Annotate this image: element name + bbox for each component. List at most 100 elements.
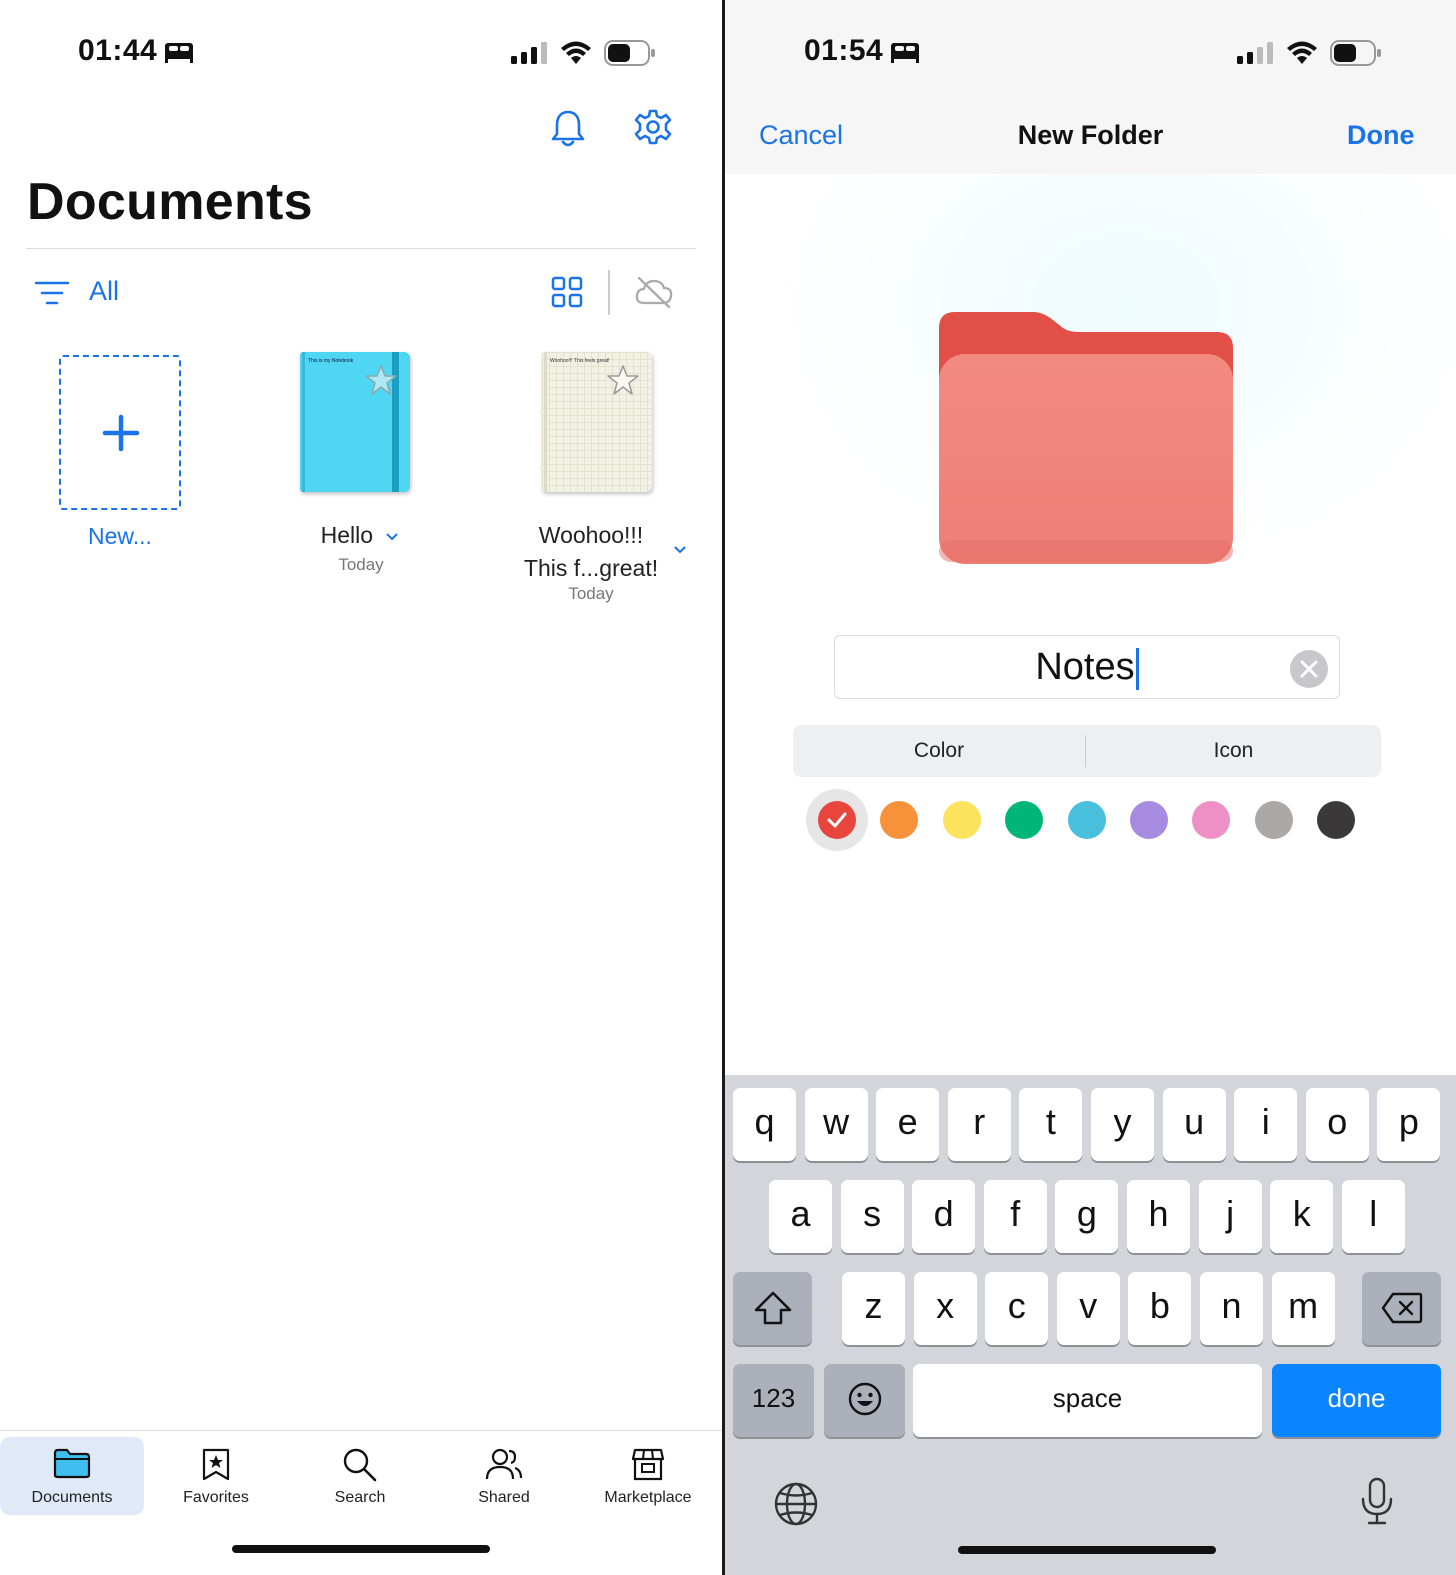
color-swatch[interactable] bbox=[942, 801, 981, 839]
page-title: Documents bbox=[27, 173, 313, 231]
numbers-key[interactable]: 123 bbox=[733, 1364, 814, 1437]
new-folder-screen: 01:54 Cancel New Folder Done Notes Color… bbox=[725, 0, 1456, 1575]
color-icon-segmented-control: Color Icon bbox=[793, 725, 1381, 777]
cloud-off-icon[interactable] bbox=[634, 275, 674, 309]
color-swatch[interactable] bbox=[880, 801, 919, 839]
notebook-woohoo[interactable]: Woohoo!!! This feels great! bbox=[542, 352, 654, 494]
key-j[interactable]: j bbox=[1198, 1180, 1262, 1253]
emoji-key[interactable] bbox=[824, 1364, 905, 1437]
notebook-cover-text: Woohoo!!! This feels great! bbox=[550, 358, 610, 364]
key-x[interactable]: x bbox=[913, 1272, 977, 1345]
key-g[interactable]: g bbox=[1055, 1180, 1119, 1253]
notebook-cover-text: This is my Notebook bbox=[308, 358, 354, 364]
key-c[interactable]: c bbox=[985, 1272, 1049, 1345]
key-s[interactable]: s bbox=[840, 1180, 904, 1253]
key-h[interactable]: h bbox=[1127, 1180, 1190, 1253]
folder-icon bbox=[53, 1448, 91, 1479]
key-k[interactable]: k bbox=[1270, 1180, 1334, 1253]
color-swatch[interactable] bbox=[1192, 801, 1231, 839]
backspace-icon bbox=[1381, 1292, 1422, 1324]
document-name[interactable]: Woohoo!!! This f...great! bbox=[500, 519, 682, 585]
toolbar-divider bbox=[608, 270, 610, 315]
status-time: 01:44 bbox=[78, 34, 158, 67]
people-icon bbox=[485, 1448, 523, 1480]
filter-button[interactable]: All bbox=[34, 276, 134, 312]
status-time: 01:54 bbox=[804, 34, 884, 67]
sleep-focus-icon bbox=[165, 43, 193, 63]
segment-color[interactable]: Color bbox=[793, 739, 1085, 763]
filter-icon bbox=[34, 281, 70, 305]
keyboard-done-key[interactable]: done bbox=[1272, 1364, 1441, 1437]
bell-icon[interactable] bbox=[550, 108, 586, 148]
grid-view-icon[interactable] bbox=[551, 276, 583, 308]
tab-shared[interactable]: Shared bbox=[432, 1437, 576, 1515]
key-a[interactable]: a bbox=[769, 1180, 832, 1253]
key-r[interactable]: r bbox=[947, 1088, 1011, 1161]
color-swatch[interactable] bbox=[1317, 801, 1356, 839]
tab-bar: Documents Favorites Search Shared Market… bbox=[0, 1430, 722, 1575]
folder-name-field[interactable]: Notes bbox=[834, 635, 1340, 699]
key-e[interactable]: e bbox=[876, 1088, 940, 1161]
battery-icon bbox=[1330, 40, 1381, 66]
color-swatch[interactable] bbox=[1254, 801, 1293, 839]
shift-key[interactable] bbox=[733, 1272, 812, 1345]
sleep-focus-icon bbox=[891, 43, 919, 63]
key-p[interactable]: p bbox=[1377, 1088, 1441, 1161]
key-f[interactable]: f bbox=[983, 1180, 1047, 1253]
key-v[interactable]: v bbox=[1056, 1272, 1120, 1345]
text-cursor bbox=[1135, 647, 1139, 690]
document-name[interactable]: Hello bbox=[300, 519, 420, 552]
key-o[interactable]: o bbox=[1305, 1088, 1369, 1161]
key-b[interactable]: b bbox=[1128, 1272, 1192, 1345]
filter-label: All bbox=[89, 276, 120, 306]
microphone-icon[interactable] bbox=[1359, 1477, 1395, 1527]
key-y[interactable]: y bbox=[1091, 1088, 1154, 1161]
star-icon[interactable] bbox=[606, 364, 640, 396]
key-z[interactable]: z bbox=[842, 1272, 905, 1345]
key-q[interactable]: q bbox=[733, 1088, 796, 1161]
home-indicator bbox=[958, 1546, 1216, 1554]
cellular-signal-icon bbox=[1237, 42, 1273, 64]
notebook-hello[interactable]: This is my Notebook bbox=[300, 352, 412, 494]
key-m[interactable]: m bbox=[1271, 1272, 1335, 1345]
gear-icon[interactable] bbox=[634, 108, 672, 146]
tab-favorites[interactable]: Favorites bbox=[144, 1437, 288, 1515]
key-d[interactable]: d bbox=[912, 1180, 976, 1253]
cellular-signal-icon bbox=[511, 42, 547, 64]
new-document-button[interactable] bbox=[59, 355, 181, 510]
tab-search[interactable]: Search bbox=[288, 1437, 432, 1515]
color-swatch[interactable] bbox=[1130, 801, 1168, 839]
color-swatch[interactable] bbox=[1005, 801, 1044, 839]
tab-documents[interactable]: Documents bbox=[0, 1437, 144, 1515]
space-key[interactable]: space bbox=[913, 1364, 1262, 1437]
key-u[interactable]: u bbox=[1162, 1088, 1226, 1161]
backspace-key[interactable] bbox=[1362, 1272, 1441, 1345]
done-button[interactable]: Done bbox=[1347, 120, 1415, 151]
shift-arrow-icon bbox=[754, 1291, 791, 1325]
store-icon bbox=[631, 1448, 665, 1481]
home-indicator bbox=[232, 1545, 490, 1553]
globe-icon[interactable] bbox=[773, 1481, 819, 1527]
star-icon[interactable] bbox=[364, 364, 398, 396]
chevron-down-icon[interactable] bbox=[673, 545, 687, 555]
new-document-label[interactable]: New... bbox=[40, 523, 200, 550]
document-date: Today bbox=[568, 584, 614, 603]
segment-icon[interactable]: Icon bbox=[1086, 739, 1381, 763]
key-l[interactable]: l bbox=[1341, 1180, 1405, 1253]
title-divider bbox=[26, 248, 696, 249]
chevron-down-icon[interactable] bbox=[385, 532, 399, 542]
key-t[interactable]: t bbox=[1019, 1088, 1083, 1161]
key-w[interactable]: w bbox=[804, 1088, 868, 1161]
checkmark-icon bbox=[827, 812, 847, 828]
key-i[interactable]: i bbox=[1234, 1088, 1298, 1161]
wifi-icon bbox=[1287, 41, 1317, 64]
tab-marketplace[interactable]: Marketplace bbox=[576, 1437, 720, 1515]
color-swatch[interactable] bbox=[1067, 801, 1106, 839]
clear-text-icon[interactable] bbox=[1289, 649, 1329, 689]
key-n[interactable]: n bbox=[1200, 1272, 1263, 1345]
plus-icon bbox=[102, 414, 140, 452]
folder-name-value: Notes bbox=[1035, 646, 1135, 688]
folder-preview-icon bbox=[939, 312, 1233, 564]
document-date: Today bbox=[338, 555, 384, 574]
color-swatch[interactable] bbox=[818, 801, 856, 839]
